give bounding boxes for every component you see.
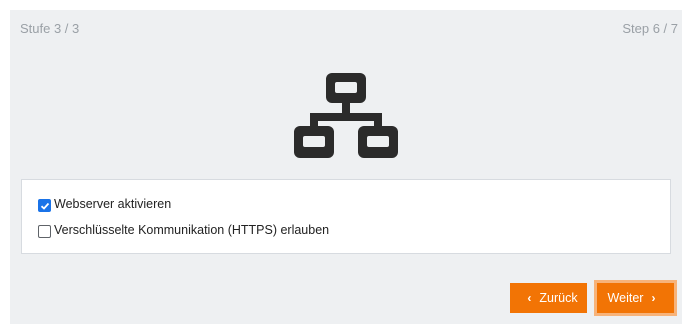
stage-indicator: Stufe 3 / 3 <box>20 21 80 36</box>
option-webserver[interactable]: Webserver aktivieren <box>38 196 171 212</box>
step-indicator: Step 6 / 7 <box>622 21 678 36</box>
checkmark-icon <box>40 202 49 210</box>
webserver-label: Webserver aktivieren <box>54 197 172 211</box>
next-button[interactable]: Weiter › <box>597 283 674 313</box>
network-icon <box>294 73 398 158</box>
options-box: Webserver aktivieren Verschlüsselte Komm… <box>21 179 671 254</box>
back-button-label: Zurück <box>539 291 578 305</box>
https-label: Verschlüsselte Kommunikation (HTTPS) erl… <box>54 223 330 237</box>
next-button-label: Weiter <box>607 291 644 305</box>
chevron-left-icon: ‹ <box>527 291 532 305</box>
https-checkbox[interactable] <box>38 225 51 238</box>
webserver-checkbox[interactable] <box>38 199 51 212</box>
wizard-panel: Stufe 3 / 3 Step 6 / 7 Webserver aktivie… <box>10 10 682 324</box>
back-button[interactable]: ‹ Zurück <box>510 283 587 313</box>
option-https[interactable]: Verschlüsselte Kommunikation (HTTPS) erl… <box>38 222 329 238</box>
chevron-right-icon: › <box>651 291 656 305</box>
